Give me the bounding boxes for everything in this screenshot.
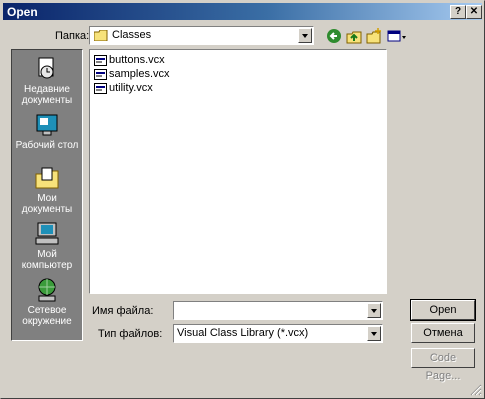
title-bar[interactable]: Open ? ✕ bbox=[3, 3, 482, 20]
list-item[interactable]: samples.vcx bbox=[94, 67, 170, 81]
filetype-label: Тип файлов: bbox=[98, 328, 163, 340]
new-folder-icon[interactable] bbox=[366, 28, 382, 44]
filename-dropdown-button[interactable] bbox=[367, 303, 381, 318]
desktop-icon bbox=[36, 114, 58, 136]
place-desktop[interactable]: Рабочий стол bbox=[12, 112, 82, 151]
list-item[interactable]: buttons.vcx bbox=[94, 53, 165, 67]
window-title: Open bbox=[7, 5, 38, 19]
places-bar: Недавние документы Рабочий стол Мои доку… bbox=[11, 49, 83, 341]
place-label-1a: Недавние bbox=[24, 84, 70, 95]
look-in-value: Classes bbox=[112, 29, 152, 41]
place-label-3a: Мои bbox=[37, 193, 57, 204]
place-my-documents[interactable]: Мои документы bbox=[12, 165, 82, 215]
view-menu-icon[interactable] bbox=[387, 28, 407, 44]
place-label-5b: окружение bbox=[22, 316, 72, 327]
filename-label: Имя файла: bbox=[92, 305, 154, 317]
filetype-dropdown-button[interactable] bbox=[367, 326, 381, 341]
class-library-file-icon bbox=[94, 68, 107, 80]
look-in-dropdown-button[interactable] bbox=[298, 28, 312, 43]
place-my-computer[interactable]: Мой компьютер bbox=[12, 221, 82, 271]
place-label-4a: Мой bbox=[37, 249, 57, 260]
file-name: utility.vcx bbox=[109, 82, 153, 94]
recent-documents-icon bbox=[38, 57, 54, 79]
folder-icon bbox=[94, 30, 108, 41]
my-documents-icon bbox=[35, 167, 59, 189]
list-item[interactable]: utility.vcx bbox=[94, 81, 153, 95]
cancel-button[interactable]: Отмена bbox=[411, 323, 475, 343]
class-library-file-icon bbox=[94, 54, 107, 66]
place-label-4b: компьютер bbox=[21, 260, 73, 271]
network-places-icon bbox=[38, 278, 56, 302]
place-label-2a: Рабочий стол bbox=[15, 140, 79, 151]
place-network[interactable]: Сетевое окружение bbox=[12, 277, 82, 327]
open-dialog: Open ? ✕ Папка: Classes Недавние докумен… bbox=[0, 0, 485, 399]
place-label-3b: документы bbox=[21, 204, 73, 215]
place-label-1b: документы bbox=[21, 95, 73, 106]
class-library-file-icon bbox=[94, 82, 107, 94]
file-name: samples.vcx bbox=[109, 68, 170, 80]
my-computer-icon bbox=[35, 222, 59, 245]
filename-combo[interactable] bbox=[173, 301, 383, 320]
back-icon[interactable] bbox=[326, 28, 342, 44]
file-name: buttons.vcx bbox=[109, 54, 165, 66]
help-button[interactable]: ? bbox=[450, 5, 466, 19]
up-folder-icon[interactable] bbox=[346, 28, 362, 44]
place-label-5a: Сетевое bbox=[27, 305, 67, 316]
look-in-combo[interactable]: Classes bbox=[89, 26, 314, 45]
filetype-value: Visual Class Library (*.vcx) bbox=[177, 327, 309, 339]
size-grip-icon[interactable] bbox=[470, 384, 482, 396]
file-list[interactable]: buttons.vcx samples.vcx utility.vcx bbox=[89, 49, 387, 294]
code-page-button[interactable]: Code Page... bbox=[411, 348, 475, 382]
place-recent-documents[interactable]: Недавние документы bbox=[12, 56, 82, 106]
filetype-combo[interactable]: Visual Class Library (*.vcx) bbox=[173, 324, 383, 343]
open-button[interactable]: Open bbox=[410, 299, 476, 321]
look-in-label: Папка: bbox=[55, 30, 90, 42]
close-button[interactable]: ✕ bbox=[466, 5, 482, 19]
